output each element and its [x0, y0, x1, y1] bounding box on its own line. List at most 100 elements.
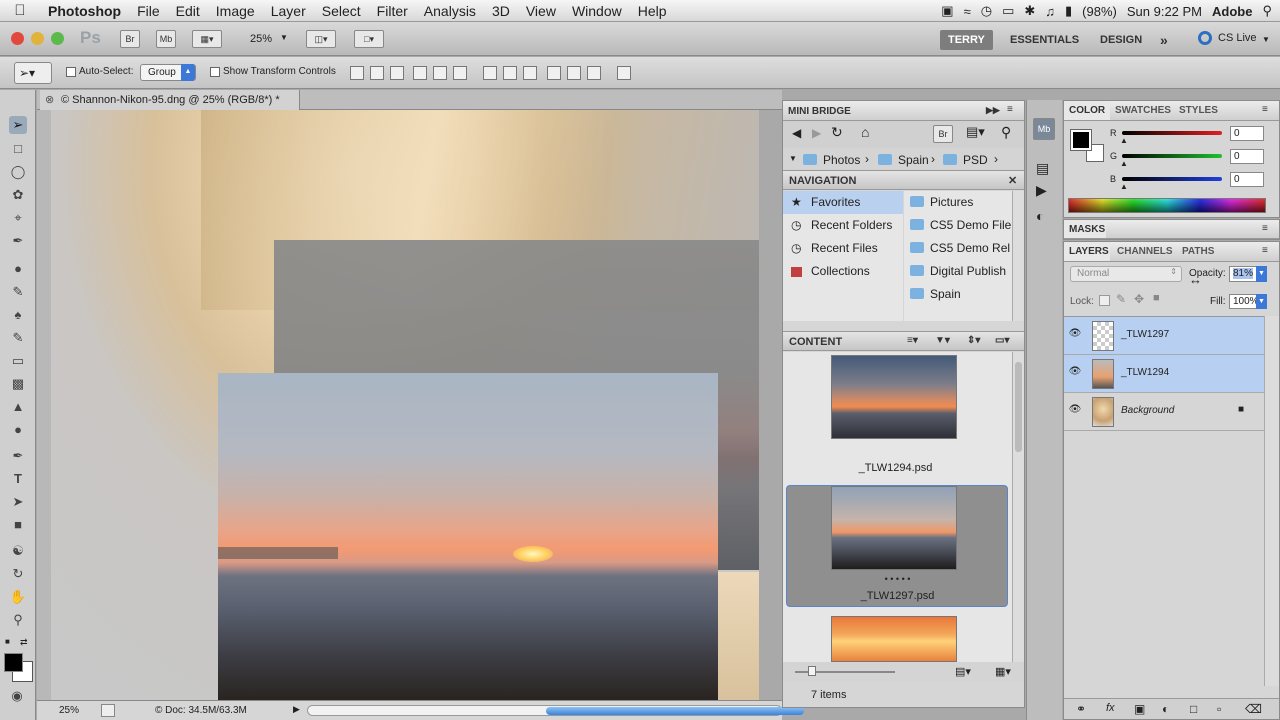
link-layers-icon[interactable]: ⚭	[1076, 702, 1086, 716]
menu-view[interactable]: View	[518, 0, 564, 22]
path-spain[interactable]: Spain	[898, 153, 929, 167]
status-zoom[interactable]: 25%	[59, 705, 79, 716]
channel-b-input[interactable]: 0	[1230, 172, 1264, 187]
distribute-hcenter-icon[interactable]	[567, 66, 581, 80]
search-icon[interactable]: ⚲	[1001, 124, 1011, 141]
align-top-icon[interactable]	[350, 66, 364, 80]
tab-channels[interactable]: CHANNELS	[1117, 246, 1173, 257]
filter-icon[interactable]: ▼▾	[935, 335, 950, 346]
content-item-selected[interactable]: • • • • • _TLW1297.psd	[786, 485, 1008, 607]
chevron-down-icon[interactable]: ▼	[280, 33, 288, 42]
distribute-bottom-icon[interactable]	[523, 66, 537, 80]
color-spectrum-bar[interactable]	[1068, 198, 1266, 213]
healing-brush-tool-icon[interactable]: ●	[9, 260, 27, 278]
close-document-icon[interactable]: ⊗	[45, 93, 54, 106]
preview-icon[interactable]: ▭▾	[995, 335, 1009, 346]
panel-menu-icon[interactable]: ≡	[1262, 104, 1268, 115]
sort-icon[interactable]: ≡▾	[907, 335, 918, 346]
nav-folder-digital-publish[interactable]: Digital Publish	[904, 260, 1012, 283]
eye-icon[interactable]: 👁	[1068, 366, 1082, 380]
slider-handle-icon[interactable]: ▲	[1120, 182, 1128, 191]
delete-layer-icon[interactable]: ⌫	[1245, 702, 1262, 716]
foreground-color-swatch[interactable]	[1070, 129, 1092, 151]
view-options-icon[interactable]: ▤▾	[966, 124, 985, 140]
back-arrow-icon[interactable]: ◀	[792, 126, 801, 140]
status-menu-icon[interactable]	[101, 704, 115, 717]
shape-tool-icon[interactable]: ■	[9, 516, 27, 534]
brush-tool-icon[interactable]: ✎	[9, 283, 27, 301]
channel-r-slider[interactable]	[1122, 131, 1222, 135]
tool-preset-picker[interactable]: ➢▾	[14, 62, 52, 84]
tab-masks[interactable]: MASKS	[1064, 220, 1106, 238]
forward-arrow-icon[interactable]: ▶	[812, 126, 821, 140]
adjustment-layer-icon[interactable]: ◐	[1162, 702, 1169, 716]
launch-mini-bridge-button[interactable]: Mb	[156, 30, 176, 48]
new-group-icon[interactable]: □	[1190, 702, 1197, 716]
quick-mask-icon[interactable]: ◉	[8, 687, 26, 705]
more-workspaces-button[interactable]: »	[1152, 30, 1176, 50]
chevron-down-icon[interactable]: ▼	[1256, 294, 1267, 309]
auto-select-checkbox[interactable]	[66, 67, 76, 77]
nav-scrollbar[interactable]	[1012, 191, 1024, 321]
marquee-tool-icon[interactable]: □	[9, 140, 27, 158]
launch-bridge-button[interactable]: Br	[120, 30, 140, 48]
document-canvas[interactable]	[51, 110, 759, 700]
3d-orbit-tool-icon[interactable]: ↻	[9, 565, 27, 583]
document-tab[interactable]: ⊗ © Shannon-Nikon-95.dng @ 25% (RGB/8*) …	[40, 90, 300, 110]
menu-user[interactable]: Adobe	[1212, 4, 1252, 19]
nav-folder-spain[interactable]: Spain	[904, 283, 1012, 306]
scroll-thumb[interactable]	[546, 707, 804, 715]
auto-select-target-select[interactable]: Group ▲	[140, 64, 196, 81]
history-brush-tool-icon[interactable]: ✎	[9, 329, 27, 347]
menu-3d[interactable]: 3D	[484, 0, 518, 22]
channel-g-slider[interactable]	[1122, 154, 1222, 158]
menu-image[interactable]: Image	[208, 0, 263, 22]
align-bottom-icon[interactable]	[390, 66, 404, 80]
menu-layer[interactable]: Layer	[263, 0, 314, 22]
crop-tool-icon[interactable]: ⌖	[9, 209, 27, 227]
zoom-window-icon[interactable]	[51, 32, 64, 45]
tab-styles[interactable]: STYLES	[1179, 105, 1218, 116]
menu-window[interactable]: Window	[564, 0, 630, 22]
distribute-vcenter-icon[interactable]	[503, 66, 517, 80]
chevron-down-icon[interactable]: ▼	[1262, 35, 1270, 44]
status-arrow-icon[interactable]: ▶	[293, 704, 300, 715]
chevron-down-icon[interactable]: ▼	[789, 154, 797, 163]
layer-row-tlw1297[interactable]: 👁 _TLW1297	[1064, 317, 1264, 355]
eraser-tool-icon[interactable]: ▭	[9, 352, 27, 370]
panel-menu-icon[interactable]: ≡	[1262, 245, 1268, 256]
actions-dock-icon[interactable]: ▶	[1036, 182, 1047, 199]
menu-edit[interactable]: Edit	[168, 0, 208, 22]
eyedropper-tool-icon[interactable]: ✒	[9, 232, 27, 250]
tab-paths[interactable]: PATHS	[1182, 246, 1214, 257]
blend-mode-select[interactable]: Normal ⇕	[1070, 266, 1182, 282]
path-selection-tool-icon[interactable]: ➤	[9, 493, 27, 511]
tab-swatches[interactable]: SWATCHES	[1115, 105, 1171, 116]
bluetooth-icon[interactable]: ✱	[1024, 3, 1035, 19]
close-pod-icon[interactable]: ✕	[1008, 174, 1017, 187]
screen-mode-button[interactable]: □▾	[354, 30, 384, 48]
collapse-panel-icon[interactable]: ▶▶	[986, 105, 1000, 116]
channel-r-input[interactable]: 0	[1230, 126, 1264, 141]
home-icon[interactable]: ⌂	[861, 124, 869, 140]
panel-menu-icon[interactable]: ≡	[1262, 223, 1268, 234]
view-extras-button[interactable]: ▦▾	[192, 30, 222, 48]
slider-handle-icon[interactable]: ▲	[1120, 136, 1128, 145]
eye-icon[interactable]: 👁	[1068, 328, 1082, 342]
show-transform-checkbox[interactable]	[210, 67, 220, 77]
eye-icon[interactable]: 👁	[1068, 404, 1082, 418]
battery-icon[interactable]: ▮	[1065, 3, 1072, 19]
pen-tool-icon[interactable]: ✒	[9, 447, 27, 465]
content-scroll-thumb[interactable]	[1015, 362, 1022, 452]
mini-bridge-dock-icon[interactable]: Mb	[1033, 118, 1055, 140]
layers-scrollbar[interactable]	[1264, 316, 1279, 686]
quick-select-tool-icon[interactable]: ✿	[9, 186, 27, 204]
go-to-bridge-button[interactable]: Br	[933, 125, 953, 143]
path-photos[interactable]: Photos	[823, 153, 860, 167]
nav-collections[interactable]: Collections	[783, 260, 903, 283]
adjustments-dock-icon[interactable]: ◐	[1036, 208, 1044, 224]
add-mask-icon[interactable]: ▣	[1134, 702, 1145, 716]
workspace-terry[interactable]: TERRY	[940, 30, 993, 50]
nav-folder-pictures[interactable]: Pictures	[904, 191, 1012, 214]
lock-transparent-icon[interactable]	[1099, 295, 1110, 306]
